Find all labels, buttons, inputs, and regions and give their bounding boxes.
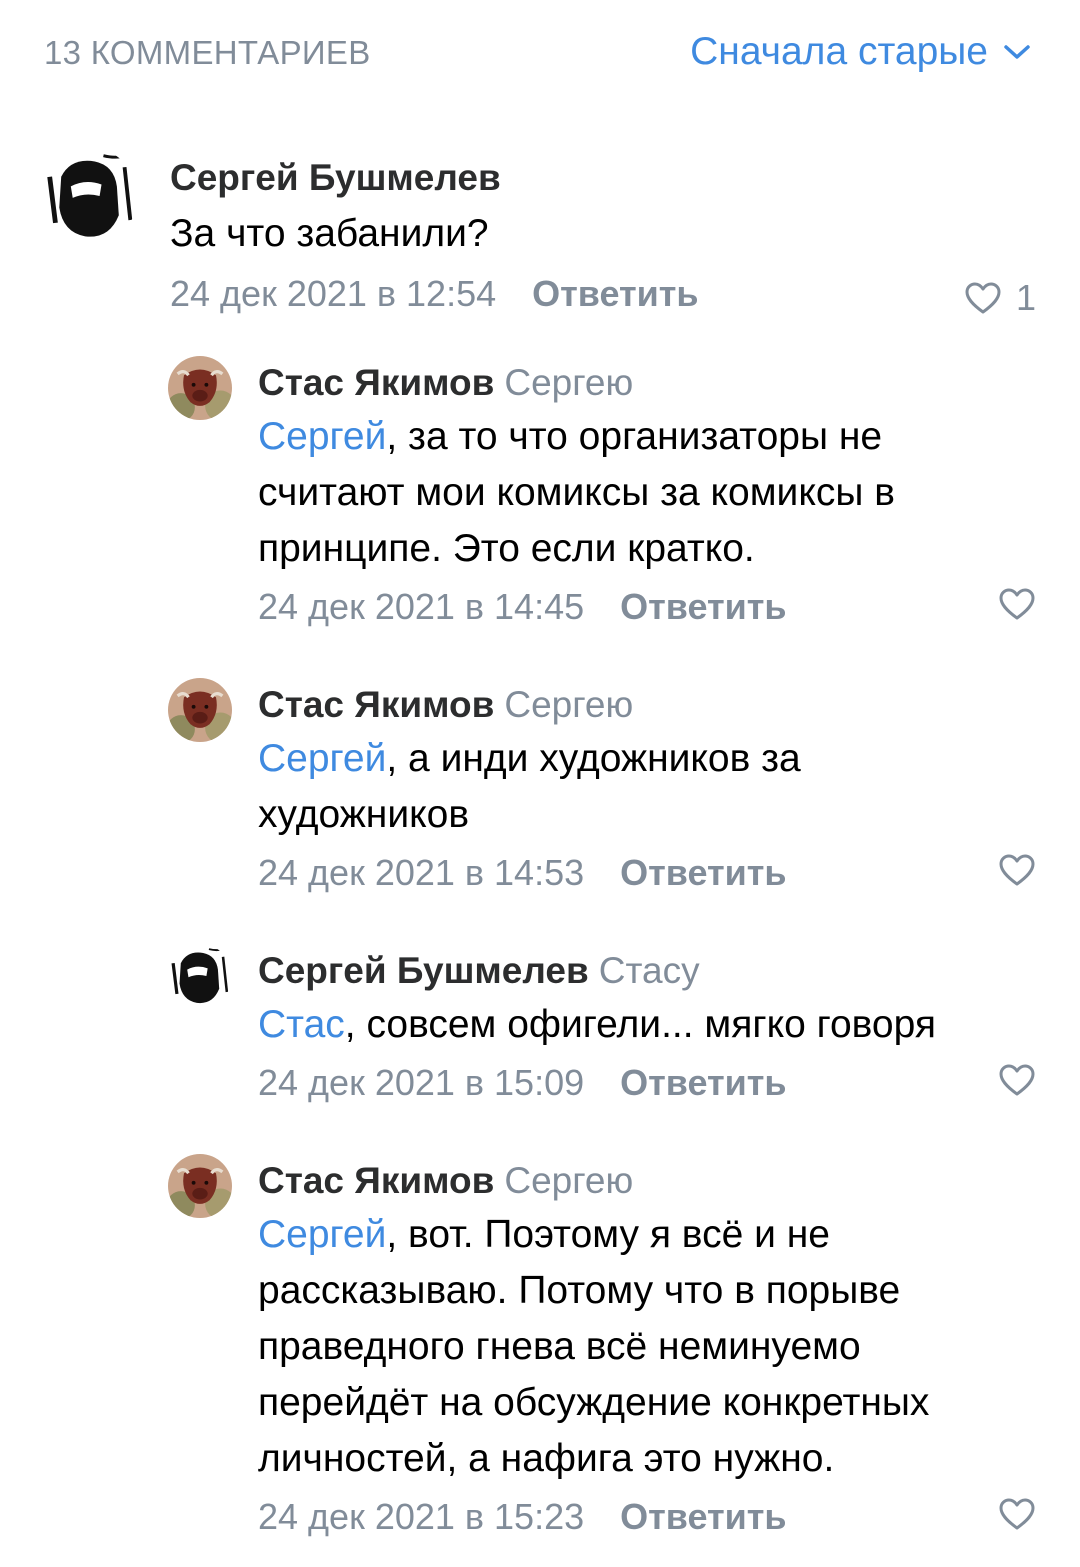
like-button[interactable] <box>998 853 1036 887</box>
cow-photo-avatar-icon <box>168 356 232 420</box>
reply-button[interactable]: Ответить <box>532 273 698 314</box>
avatar[interactable] <box>168 1154 232 1218</box>
like-button[interactable] <box>998 587 1036 621</box>
like-count: 1 <box>1015 277 1036 318</box>
comment-date[interactable]: 24 дек 2021 в 15:09 <box>258 1062 584 1103</box>
comment-date[interactable]: 24 дек 2021 в 14:53 <box>258 852 584 893</box>
heart-icon <box>999 1064 1035 1096</box>
avatar[interactable] <box>168 678 232 742</box>
reply-to[interactable]: Сергею <box>504 362 633 403</box>
chevron-down-icon <box>1004 45 1030 59</box>
comment-meta: 24 дек 2021 в 14:53 Ответить <box>258 849 1036 897</box>
comment-meta: 24 дек 2021 в 12:54 Ответить 1 <box>170 270 1036 318</box>
comment-text: Сергей, вот. Поэтому я всё и не рассказы… <box>258 1207 1036 1487</box>
reply-button[interactable]: Ответить <box>620 1496 786 1537</box>
avatar[interactable] <box>168 356 232 420</box>
reply-to[interactable]: Сергею <box>504 684 633 725</box>
comment-date[interactable]: 24 дек 2021 в 14:45 <box>258 586 584 627</box>
comment-date[interactable]: 24 дек 2021 в 12:54 <box>170 273 496 314</box>
bw-photo-avatar-icon <box>42 148 138 244</box>
comment-text: За что забанили? <box>170 206 1036 262</box>
comment-author[interactable]: Стас Якимов <box>258 684 494 725</box>
comment-author[interactable]: Стас Якимов <box>258 362 494 403</box>
reply-button[interactable]: Ответить <box>620 1062 786 1103</box>
comment-meta: 24 дек 2021 в 15:09 Ответить <box>258 1059 1036 1107</box>
avatar[interactable] <box>42 148 138 244</box>
comment-meta: 24 дек 2021 в 15:23 Ответить <box>258 1493 1036 1541</box>
reply-button[interactable]: Ответить <box>620 586 786 627</box>
heart-icon <box>999 1498 1035 1530</box>
comment-count: 13 КОММЕНТАРИЕВ <box>44 34 371 71</box>
sort-label: Сначала старые <box>690 30 988 73</box>
like-button[interactable] <box>998 1063 1036 1097</box>
mention-link[interactable]: Сергей <box>258 737 386 780</box>
mention-link[interactable]: Сергей <box>258 1213 386 1256</box>
cow-photo-avatar-icon <box>168 1154 232 1218</box>
comment-date[interactable]: 24 дек 2021 в 15:23 <box>258 1496 584 1537</box>
comment-author[interactable]: Сергей Бушмелев <box>170 157 501 198</box>
like-button[interactable] <box>998 1497 1036 1531</box>
heart-icon <box>999 588 1035 620</box>
avatar[interactable] <box>168 944 232 1008</box>
comment-text: Сергей, а инди художников за художников <box>258 731 898 843</box>
heart-icon <box>999 854 1035 886</box>
cow-photo-avatar-icon <box>168 678 232 742</box>
comment-text: Стас, совсем офигели... мягко говоря <box>258 997 1036 1053</box>
comment-text-body: , совсем офигели... мягко говоря <box>344 1003 936 1046</box>
comments-header: 13 КОММЕНТАРИЕВ Сначала старые <box>0 0 1080 110</box>
heart-icon <box>965 282 1001 314</box>
mention-link[interactable]: Сергей <box>258 415 386 458</box>
sort-dropdown[interactable]: Сначала старые <box>690 30 1032 74</box>
like-button[interactable]: 1 <box>964 274 1036 322</box>
comment-text-body: За что забанили? <box>170 212 489 255</box>
mention-link[interactable]: Стас <box>258 1003 345 1046</box>
comment-author[interactable]: Стас Якимов <box>258 1160 494 1201</box>
reply-button[interactable]: Ответить <box>620 852 786 893</box>
comment-text: Сергей, за то что организаторы не считаю… <box>258 409 1036 577</box>
reply-to[interactable]: Стасу <box>599 950 700 991</box>
comment-meta: 24 дек 2021 в 14:45 Ответить <box>258 583 1036 631</box>
reply-to[interactable]: Сергею <box>504 1160 633 1201</box>
comment-author[interactable]: Сергей Бушмелев <box>258 950 589 991</box>
bw-photo-avatar-icon <box>168 944 232 1008</box>
